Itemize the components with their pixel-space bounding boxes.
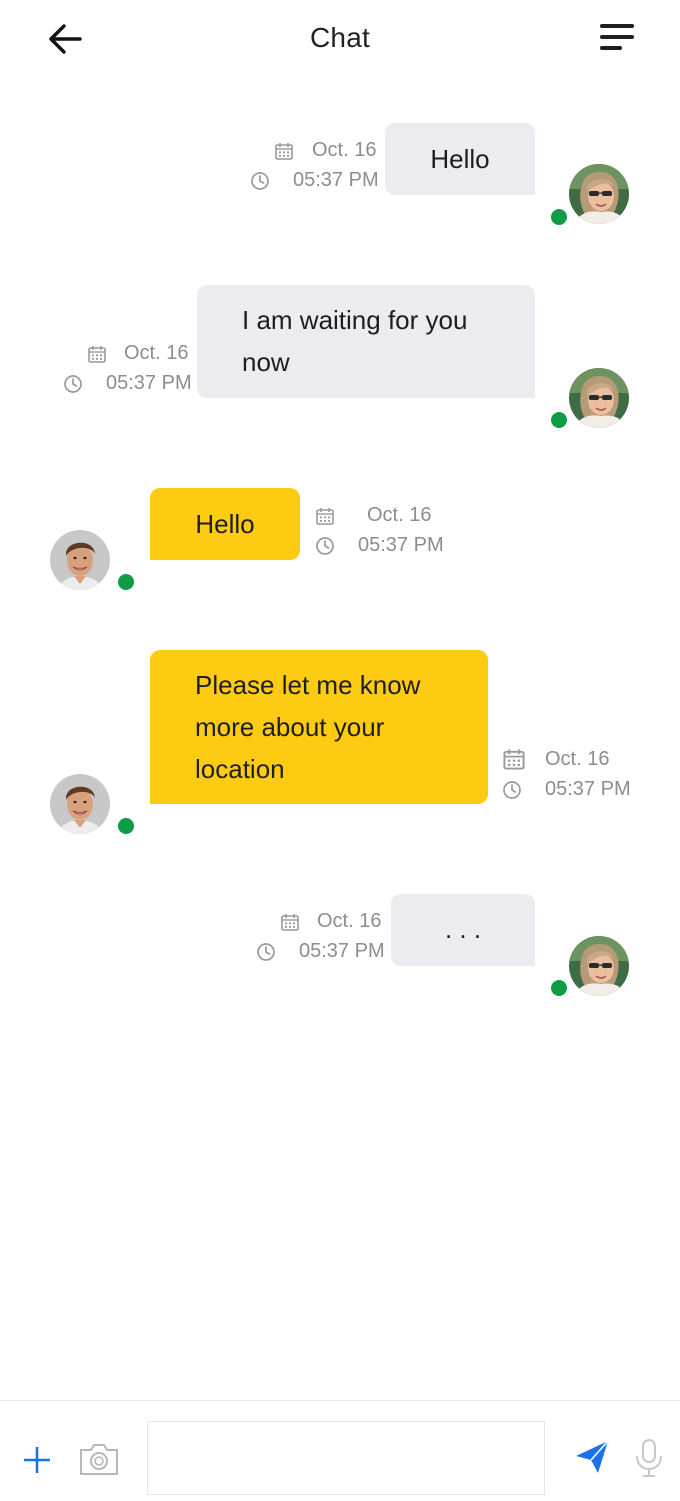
clock-icon (250, 171, 270, 191)
microphone-icon (636, 1439, 662, 1477)
clock-icon (63, 374, 83, 394)
avatar[interactable] (569, 368, 629, 428)
send-button[interactable] (574, 1439, 610, 1475)
online-indicator (551, 980, 567, 996)
message-meta: Oct. 16 05:37 PM (63, 338, 193, 398)
man-avatar-icon (50, 774, 110, 834)
message-time: 05:37 PM (545, 778, 631, 800)
message-composer (0, 1400, 680, 1501)
message-bubble[interactable]: Hello (385, 123, 535, 195)
camera-button[interactable] (78, 1441, 120, 1477)
message-bubble[interactable]: Please let me know more about your locat… (150, 650, 488, 804)
message-meta: Oct. 16 05:37 PM (502, 744, 642, 804)
woman-avatar-icon (569, 936, 629, 996)
calendar-icon (315, 506, 335, 526)
camera-icon (80, 1444, 118, 1475)
typing-bubble[interactable]: . . . (391, 894, 535, 966)
calendar-icon (274, 141, 294, 161)
message-bubble[interactable]: Hello (150, 488, 300, 560)
online-indicator (118, 574, 134, 590)
message-date: Oct. 16 (124, 342, 189, 364)
message-bubble[interactable]: I am waiting for you now (197, 285, 535, 398)
clock-icon (315, 536, 335, 556)
page-title: Chat (310, 22, 370, 53)
calendar-icon (280, 912, 300, 932)
app-header: Chat (0, 0, 680, 80)
avatar[interactable] (50, 530, 110, 590)
message-time: 05:37 PM (106, 372, 192, 394)
avatar[interactable] (569, 936, 629, 996)
message-time: 05:37 PM (293, 169, 379, 191)
message-meta: Oct. 16 05:37 PM (250, 135, 380, 195)
message-date: Oct. 16 (367, 504, 432, 526)
menu-button[interactable] (598, 22, 638, 54)
calendar-icon (502, 747, 526, 771)
online-indicator (118, 818, 134, 834)
clock-icon (256, 942, 276, 962)
add-attachment-button[interactable] (20, 1443, 54, 1477)
woman-avatar-icon (569, 164, 629, 224)
avatar[interactable] (50, 774, 110, 834)
message-time: 05:37 PM (299, 940, 385, 962)
message-input[interactable] (147, 1421, 545, 1495)
woman-avatar-icon (569, 368, 629, 428)
microphone-button[interactable] (632, 1437, 666, 1479)
online-indicator (551, 209, 567, 225)
message-time: 05:37 PM (358, 534, 444, 556)
message-meta: Oct. 16 05:37 PM (256, 906, 386, 966)
message-date: Oct. 16 (317, 910, 382, 932)
avatar[interactable] (569, 164, 629, 224)
man-avatar-icon (50, 530, 110, 590)
clock-icon (502, 780, 522, 800)
send-icon (576, 1440, 609, 1473)
message-date: Oct. 16 (312, 139, 377, 161)
menu-icon (600, 24, 634, 50)
message-meta: Oct. 16 05:37 PM (315, 500, 455, 560)
plus-icon (24, 1447, 50, 1473)
calendar-icon (87, 344, 107, 364)
online-indicator (551, 412, 567, 428)
message-date: Oct. 16 (545, 748, 610, 770)
